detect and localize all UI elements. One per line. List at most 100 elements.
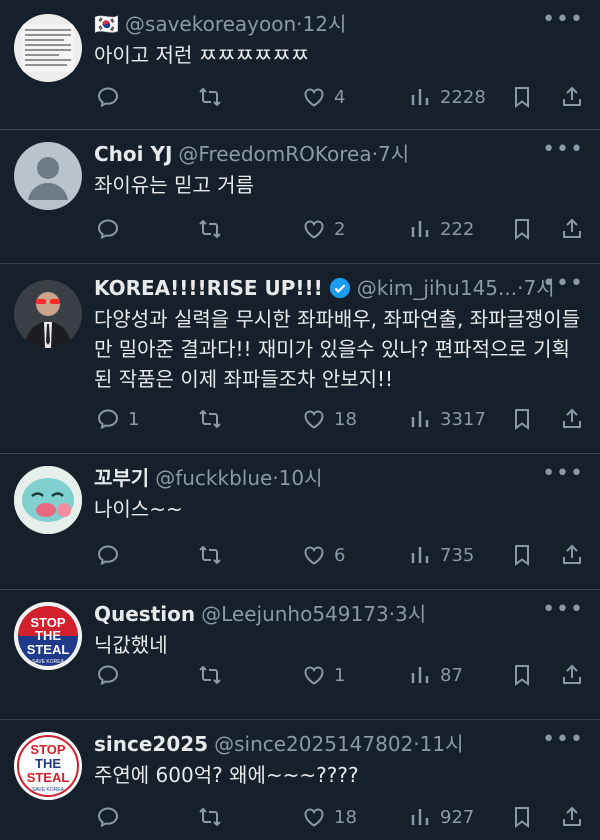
retweet-button[interactable] [198, 543, 230, 567]
bookmark-button[interactable] [510, 85, 534, 109]
more-options-icon[interactable]: ••• [542, 599, 584, 621]
views-button[interactable]: 87 [408, 663, 463, 687]
share-button[interactable] [560, 805, 584, 829]
bookmark-button[interactable] [510, 407, 534, 431]
retweet-button[interactable] [198, 85, 230, 109]
heart-icon [304, 410, 324, 429]
share-button[interactable] [560, 85, 584, 109]
heart-icon [304, 666, 324, 685]
reply-icon [97, 545, 119, 566]
reply-icon [97, 409, 119, 430]
retweet-icon [199, 87, 221, 107]
timestamp[interactable]: 10시 [279, 464, 323, 492]
retweet-button[interactable] [198, 217, 230, 241]
tweet[interactable]: KOREA!!!!RISE UP!!! @kim_jihu145... · 7시… [0, 264, 600, 454]
user-handle[interactable]: @Leejunho549173 [201, 600, 389, 628]
like-button[interactable]: 18 [302, 805, 357, 829]
reply-button[interactable]: 1 [96, 407, 139, 431]
retweet-icon [199, 219, 221, 239]
reply-button[interactable] [96, 85, 128, 109]
share-icon [563, 218, 581, 238]
tweet-text: 주연에 600억? 왜에~~~???? [94, 763, 359, 787]
timestamp[interactable]: 7시 [378, 140, 409, 168]
share-icon [563, 86, 581, 106]
display-name[interactable]: since2025 [94, 730, 208, 758]
tweet[interactable]: 🇰🇷 @savekoreayoon · 12시 ••• 아이고 저런 ㅉㅉㅉㅉㅉ… [0, 0, 600, 130]
avatar[interactable] [14, 142, 82, 210]
like-count: 4 [334, 86, 346, 108]
display-name[interactable]: KOREA!!!!RISE UP!!! [94, 274, 323, 302]
heart-icon [304, 88, 324, 107]
steal-label: STEAL [27, 642, 70, 657]
save-korea-label: SAVE KOREA [32, 787, 65, 793]
tweet[interactable]: Choi YJ @FreedomROKorea · 7시 ••• 좌이유는 믿고… [0, 130, 600, 264]
like-count: 1 [334, 664, 346, 686]
reply-button[interactable] [96, 805, 128, 829]
views-button[interactable]: 2228 [408, 85, 486, 109]
reply-icon [97, 219, 119, 240]
reply-button[interactable] [96, 217, 128, 241]
reply-button[interactable] [96, 663, 128, 687]
views-icon [411, 667, 429, 683]
more-options-icon[interactable]: ••• [542, 729, 584, 751]
views-button[interactable]: 927 [408, 805, 474, 829]
user-handle[interactable]: @kim_jihu145... [357, 274, 517, 302]
display-name[interactable]: 🇰🇷 [94, 10, 119, 38]
view-count: 2228 [440, 86, 486, 108]
like-button[interactable]: 2 [302, 217, 345, 241]
like-count: 6 [334, 544, 346, 566]
more-options-icon[interactable]: ••• [542, 9, 584, 31]
more-options-icon[interactable]: ••• [542, 273, 584, 295]
avatar[interactable]: STOP THE STEAL SAVE KOREA [14, 732, 82, 800]
display-name[interactable]: Question [94, 600, 195, 628]
like-button[interactable]: 18 [302, 407, 357, 431]
heart-icon [304, 808, 324, 827]
display-name[interactable]: Choi YJ [94, 140, 172, 168]
bookmark-button[interactable] [510, 543, 534, 567]
tweet[interactable]: STOP THE STEAL SAVE KOREA since2025 @sin… [0, 720, 600, 840]
views-button[interactable]: 735 [408, 543, 474, 567]
bookmark-icon [515, 807, 529, 828]
share-button[interactable] [560, 543, 584, 567]
verified-badge-icon [329, 277, 350, 299]
timestamp[interactable]: 3시 [395, 600, 426, 628]
like-button[interactable]: 6 [302, 543, 345, 567]
timestamp[interactable]: 12시 [303, 10, 347, 38]
retweet-button[interactable] [198, 663, 230, 687]
user-handle[interactable]: @FreedomROKorea [178, 140, 371, 168]
views-button[interactable]: 3317 [408, 407, 486, 431]
timestamp[interactable]: 11시 [420, 730, 464, 758]
more-options-icon[interactable]: ••• [542, 463, 584, 485]
reply-button[interactable] [96, 543, 128, 567]
display-name[interactable]: 꼬부기 [94, 464, 149, 492]
share-button[interactable] [560, 663, 584, 687]
retweet-button[interactable] [198, 805, 230, 829]
avatar[interactable] [14, 14, 82, 82]
like-button[interactable]: 1 [302, 663, 345, 687]
reply-icon [97, 807, 119, 828]
avatar[interactable] [14, 280, 82, 348]
more-options-icon[interactable]: ••• [542, 139, 584, 161]
retweet-icon [199, 665, 221, 685]
views-icon [411, 89, 429, 105]
bookmark-button[interactable] [510, 217, 534, 241]
like-button[interactable]: 4 [302, 85, 345, 109]
view-count: 222 [440, 218, 475, 240]
user-handle[interactable]: @fuckkblue [155, 464, 272, 492]
view-count: 3317 [440, 408, 486, 430]
tweet[interactable]: STOP THE STEAL SAVE KOREA Question @Leej… [0, 590, 600, 720]
share-button[interactable] [560, 407, 584, 431]
avatar[interactable] [14, 466, 82, 534]
like-count: 18 [334, 408, 357, 430]
views-button[interactable]: 222 [408, 217, 474, 241]
bookmark-button[interactable] [510, 663, 534, 687]
user-handle[interactable]: @savekoreayoon [125, 10, 296, 38]
avatar[interactable]: STOP THE STEAL SAVE KOREA [14, 602, 82, 670]
bookmark-button[interactable] [510, 805, 534, 829]
share-button[interactable] [560, 217, 584, 241]
retweet-button[interactable] [198, 407, 230, 431]
retweet-icon [199, 545, 221, 565]
views-icon [411, 547, 429, 563]
user-handle[interactable]: @since2025147802 [214, 730, 413, 758]
tweet[interactable]: 꼬부기 @fuckkblue · 10시 ••• 나이스~~ 6 735 [0, 454, 600, 590]
